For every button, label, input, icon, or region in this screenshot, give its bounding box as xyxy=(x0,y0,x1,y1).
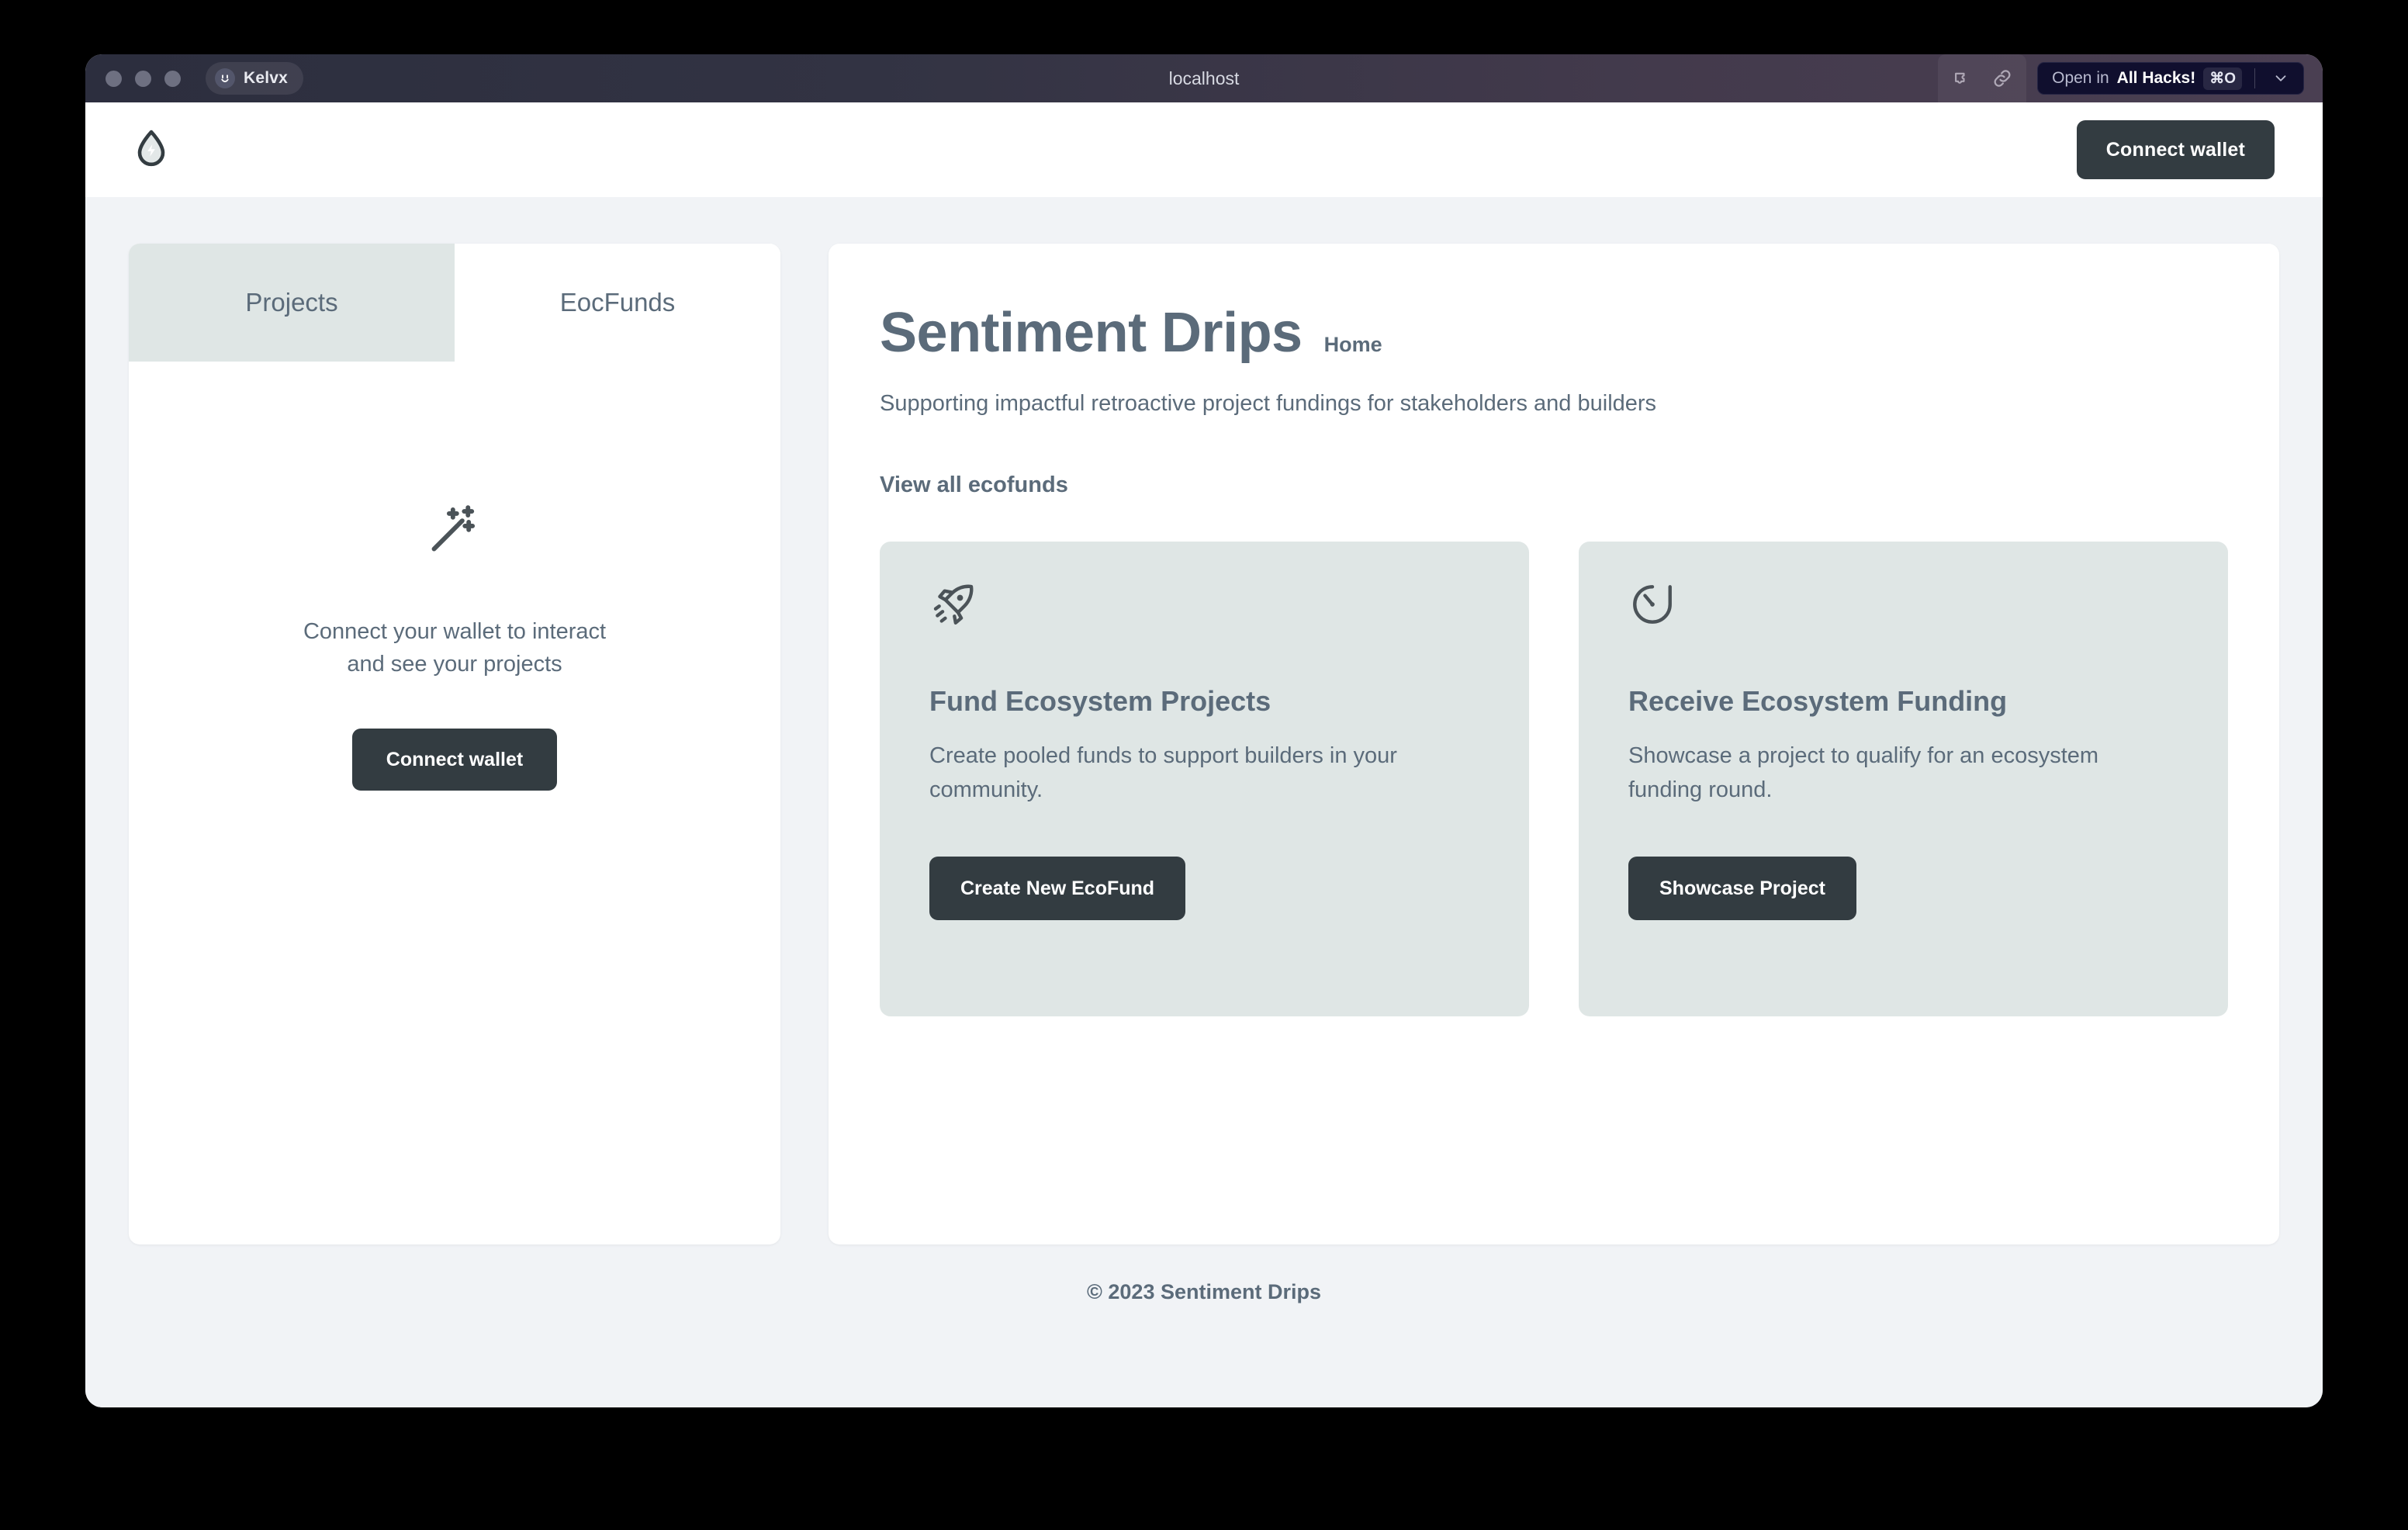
browser-profile-chip[interactable]: Kelvx xyxy=(206,62,304,95)
panel-connect-wallet-button[interactable]: Connect wallet xyxy=(351,729,558,791)
minimize-window-button[interactable] xyxy=(135,70,151,87)
showcase-project-button[interactable]: Showcase Project xyxy=(1628,857,1856,920)
card-fund-ecosystem-projects: Fund Ecosystem Projects Create pooled fu… xyxy=(880,542,1529,1016)
feature-cards-row: Fund Ecosystem Projects Create pooled fu… xyxy=(880,542,2228,1016)
projects-panel: Projects EocFunds Connect your wallet to… xyxy=(129,244,780,1244)
magic-wand-icon xyxy=(426,500,483,561)
panel-empty-state: Connect your wallet to interact and see … xyxy=(129,500,780,791)
chevron-down-icon[interactable] xyxy=(2266,70,2296,87)
empty-state-line-2: and see your projects xyxy=(347,652,562,677)
page-title: Sentiment Drips xyxy=(880,302,1303,364)
page-subtitle: Supporting impactful retroactive project… xyxy=(880,391,1657,416)
window-traffic-lights[interactable] xyxy=(106,70,181,87)
header-connect-wallet-button[interactable]: Connect wallet xyxy=(2076,120,2275,179)
site-header: Connect wallet xyxy=(85,102,2323,197)
content-area: Projects EocFunds Connect your wallet to… xyxy=(85,197,2323,1244)
rocket-icon xyxy=(929,580,1479,632)
divider xyxy=(2254,68,2255,88)
link-chain-icon[interactable] xyxy=(1991,67,2014,90)
card-description: Showcase a project to qualify for an eco… xyxy=(1628,743,2099,802)
panel-tab-bar: Projects EocFunds xyxy=(129,244,780,362)
droplet-logo-icon[interactable] xyxy=(129,126,175,173)
card-title: Fund Ecosystem Projects xyxy=(929,685,1271,717)
empty-state-line-1: Connect your wallet to interact xyxy=(303,619,607,644)
titlebar-right-controls: Open in All Hacks! ⌘O xyxy=(1938,54,2304,102)
browser-window: Kelvx localhost Open in All Hacks! ⌘O Co… xyxy=(85,54,2323,1407)
stopwatch-icon xyxy=(1628,580,2178,632)
tab-projects[interactable]: Projects xyxy=(129,244,455,362)
profile-name-label: Kelvx xyxy=(244,69,289,87)
copyright-text: © 2023 Sentiment Drips xyxy=(1087,1280,1321,1303)
title-row: Sentiment Drips Home xyxy=(880,301,2228,365)
open-in-prefix-label: Open in xyxy=(2052,69,2109,87)
browser-titlebar: Kelvx localhost Open in All Hacks! ⌘O xyxy=(85,54,2323,102)
main-panel: Sentiment Drips Home Supporting impactfu… xyxy=(829,244,2279,1244)
create-new-ecofund-button[interactable]: Create New EcoFund xyxy=(929,857,1186,920)
card-title: Receive Ecosystem Funding xyxy=(1628,685,2008,717)
page-body: Connect wallet Projects EocFunds Connect… xyxy=(85,102,2323,1407)
empty-state-text: Connect your wallet to interact and see … xyxy=(303,615,606,680)
tab-eocfunds[interactable]: EocFunds xyxy=(455,244,780,362)
smiley-face-icon xyxy=(215,68,235,88)
open-in-shortcut-badge: ⌘O xyxy=(2203,67,2242,90)
breadcrumb: Home xyxy=(1323,333,1382,356)
view-all-ecofunds-link[interactable]: View all ecofunds xyxy=(880,472,1068,498)
extensions-puzzle-icon[interactable] xyxy=(1950,67,1974,90)
site-footer: © 2023 Sentiment Drips xyxy=(85,1280,2323,1304)
browser-toolbar-icons xyxy=(1938,54,2027,102)
card-receive-ecosystem-funding: Receive Ecosystem Funding Showcase a pro… xyxy=(1579,542,2228,1016)
address-title-text: localhost xyxy=(1168,68,1240,88)
card-description: Create pooled funds to support builders … xyxy=(929,743,1397,802)
open-in-app-button[interactable]: Open in All Hacks! ⌘O xyxy=(2037,62,2304,95)
maximize-window-button[interactable] xyxy=(164,70,181,87)
close-window-button[interactable] xyxy=(106,70,122,87)
open-in-app-name: All Hacks! xyxy=(2116,69,2196,87)
